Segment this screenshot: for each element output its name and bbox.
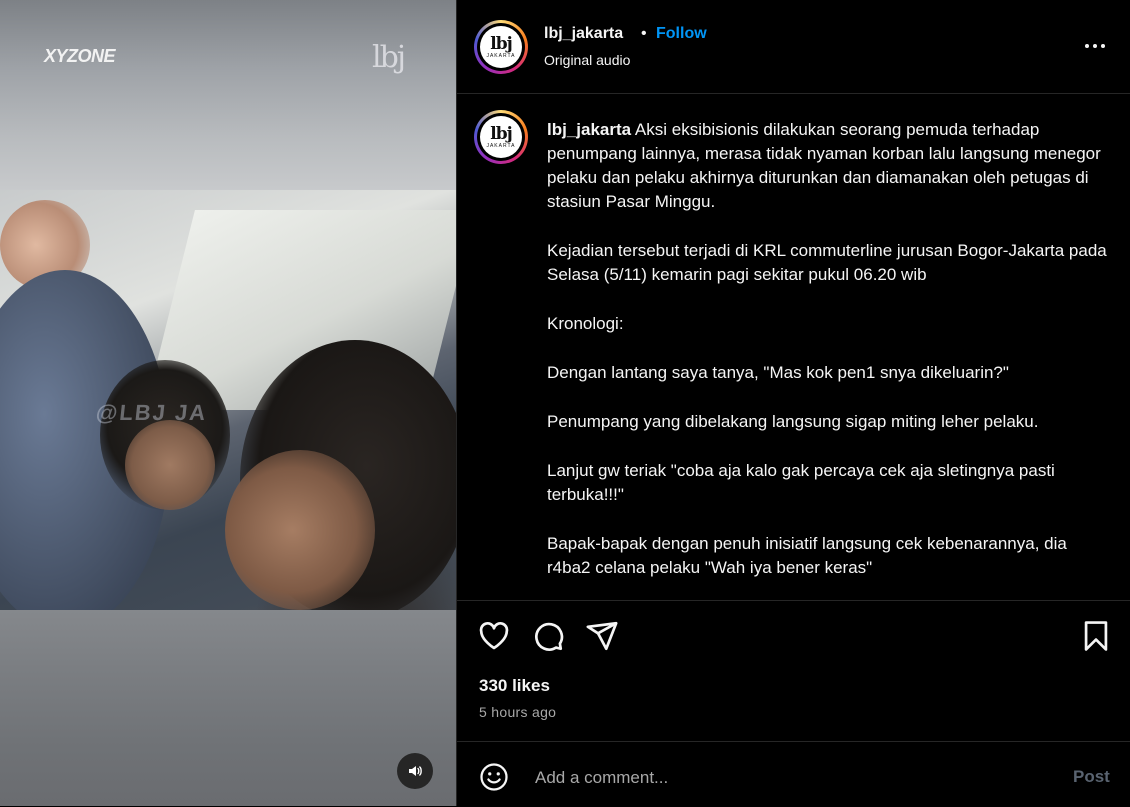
audio-label[interactable]: Original audio [544,52,630,68]
avatar-mark: lbj [490,123,512,144]
bookmark-icon[interactable] [1079,619,1113,653]
author-avatar[interactable]: lbj JAKARTA [474,20,528,74]
caption-paragraph: Lanjut gw teriak "coba aja kalo gak perc… [547,461,1055,504]
follow-button[interactable]: Follow [656,25,707,43]
comment-icon[interactable] [531,619,565,653]
post-timestamp[interactable]: 5 hours ago [479,704,556,720]
post-header: lbj JAKARTA lbj_jakarta • Follow Origina… [457,0,1130,94]
person-face-right [225,450,375,610]
like-count[interactable]: 330 likes [479,676,550,696]
lbj-watermark-logo: lbj [372,40,406,75]
video-frame[interactable]: @LBJ JA [0,190,456,630]
media-blur-top [0,0,456,195]
more-horizontal-icon[interactable] [1083,36,1107,56]
avatar-sub: JAKARTA [486,142,516,149]
author-username[interactable]: lbj_jakarta [544,25,623,43]
caption-paragraph: Dengan lantang saya tanya, "Mas kok pen1… [547,363,1009,382]
share-icon[interactable] [585,619,619,653]
caption-paragraph: Kronologi: [547,314,624,333]
xyzone-logo: XYZONE [44,46,116,66]
caption-paragraph-text: Aksi eksibisionis dilakukan seorang pemu… [547,120,1101,211]
video-watermark: @LBJ JA [94,400,209,425]
caption-text: lbj_jakarta Aksi eksibisionis dilakukan … [547,118,1107,600]
avatar-sub: JAKARTA [486,52,516,59]
caption-paragraph: Penumpang yang dibelakang langsung sigap… [547,412,1039,431]
post-media[interactable]: @LBJ JA XYZONE lbj [0,0,456,806]
emoji-icon[interactable] [479,762,509,792]
comment-input[interactable] [533,764,1057,792]
caption-avatar[interactable]: lbj JAKARTA [474,110,528,164]
caption-paragraph: Kejadian tersebut terjadi di KRL commute… [547,241,1107,284]
heart-icon[interactable] [477,619,511,653]
separator-dot: • [641,25,647,42]
comment-bar: Post [457,741,1130,807]
post-side-panel: lbj JAKARTA lbj_jakarta • Follow Origina… [456,0,1130,806]
caption-paragraph: lbj_jakarta Aksi eksibisionis dilakukan … [547,118,1107,214]
avatar-mark: lbj [490,33,512,54]
caption-username[interactable]: lbj_jakarta [547,120,631,139]
media-blur-bottom [0,610,456,806]
post-comment-button[interactable]: Post [1073,767,1110,787]
caption-paragraph: Bapak-bapak dengan penuh inisiatif langs… [547,534,1067,577]
caption-section: lbj JAKARTA lbj_jakarta Aksi eksibisioni… [457,94,1130,601]
action-bar [457,601,1130,671]
audio-toggle-button[interactable] [397,753,433,789]
person-face-center [125,420,215,510]
speaker-icon [409,766,422,776]
